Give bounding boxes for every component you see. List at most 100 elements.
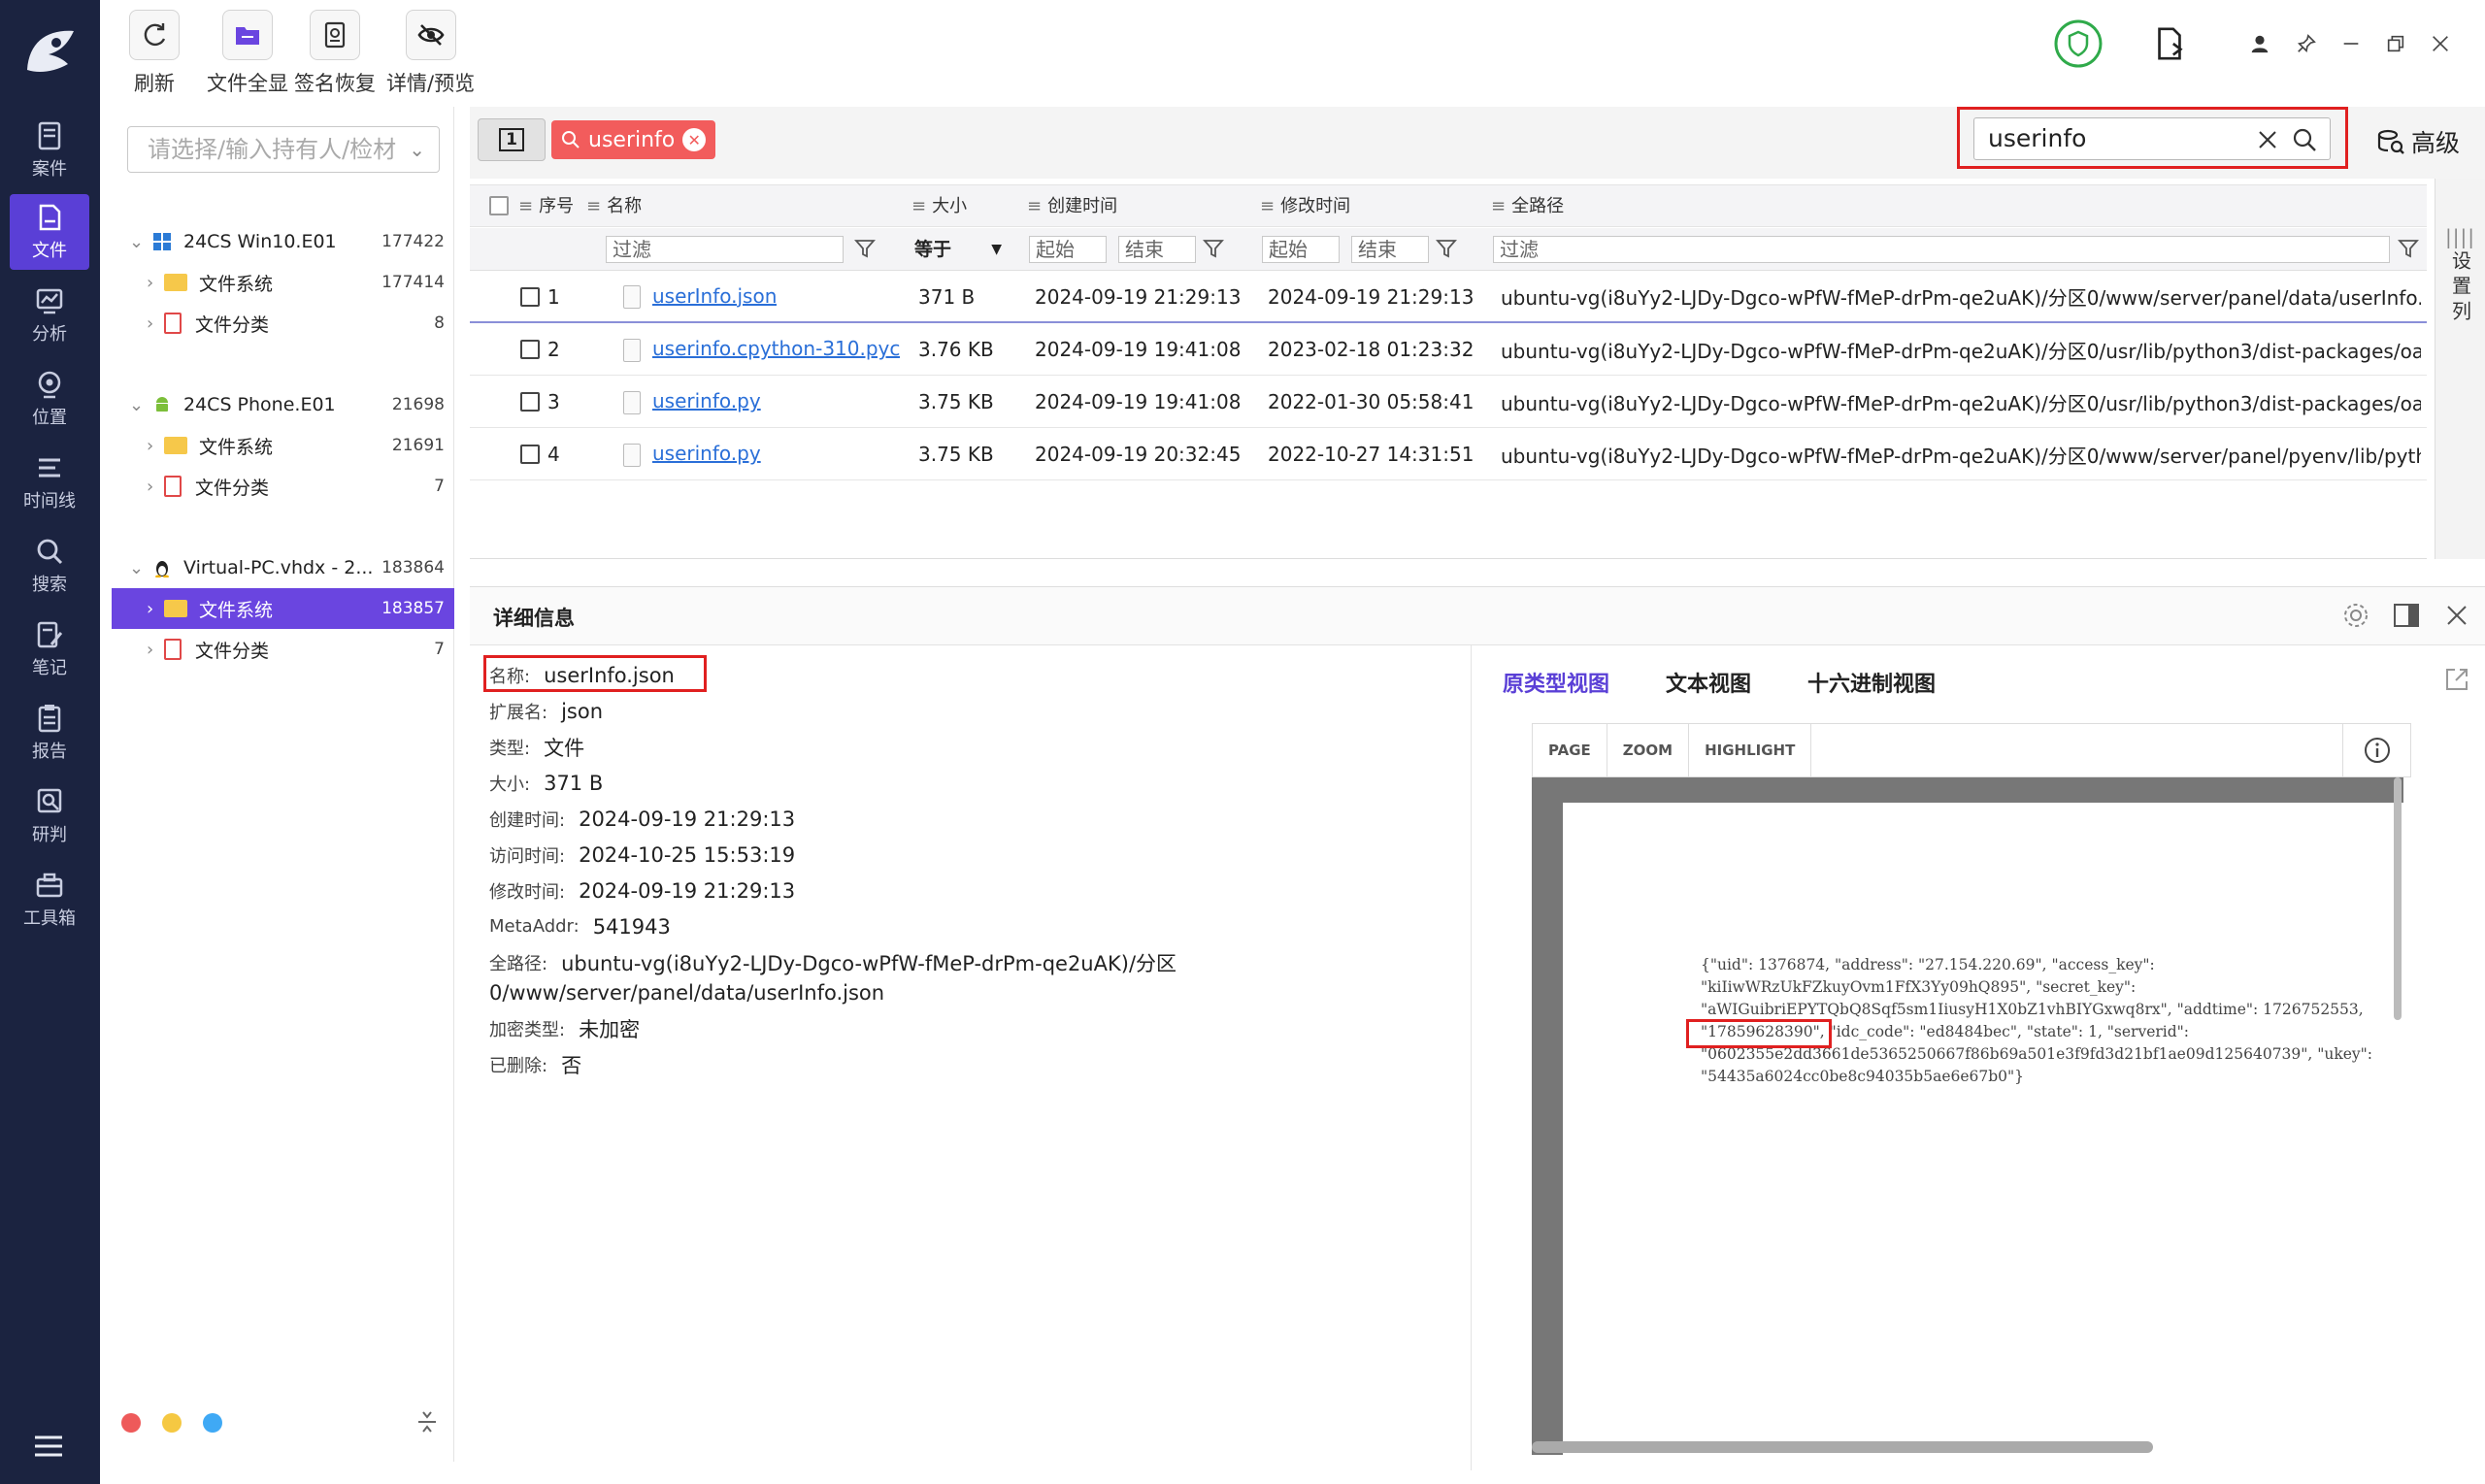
tree-node-phone-category[interactable]: › 文件分类 7 [112,466,454,507]
column-header-size[interactable]: ≡ 大小 [911,185,967,228]
chevron-right-icon[interactable]: › [147,640,164,660]
prop-value: 2024-09-19 21:29:13 [579,807,796,831]
pdf-viewer[interactable]: {"uid": 1376874, "address": "27.154.220.… [1532,777,2403,1455]
column-header-path[interactable]: ≡ 全路径 [1491,185,1564,228]
chevron-down-icon[interactable]: ⌄ [129,395,147,415]
filter-icon[interactable] [1203,238,1224,259]
row-checkbox[interactable] [520,392,540,412]
path-filter-input[interactable]: 过滤 [1493,236,2390,263]
nav-item-report[interactable]: 报告 [10,695,89,771]
table-row[interactable]: 3 userinfo.py 3.75 KB 2024-09-19 19:41:0… [470,377,2427,428]
row-file-name-link[interactable]: userinfo.py [652,442,761,465]
row-file-name-link[interactable]: userinfo.cpython-310.pyc [652,337,900,360]
chevron-right-icon[interactable]: › [147,477,164,497]
row-file-name-link[interactable]: userinfo.py [652,389,761,412]
tree-node-win10-category[interactable]: › 文件分类 8 [112,303,454,344]
nav-item-note[interactable]: 笔记 [10,611,89,687]
collapse-icon[interactable] [416,1409,438,1435]
user-button[interactable] [2245,21,2274,66]
chip-close-icon[interactable]: ✕ [682,128,707,151]
nav-item-file[interactable]: 文件 [10,194,89,270]
row-file-name-link[interactable]: userInfo.json [652,284,777,308]
tab-native-view[interactable]: 原类型视图 [1503,667,1609,698]
pin-button[interactable] [2292,21,2321,66]
nav-item-judge[interactable]: 研判 [10,778,89,854]
close-window-button[interactable] [2426,21,2455,66]
pdf-zoom-button[interactable]: ZOOM [1607,724,1690,776]
tree-node-count: 7 [434,640,445,659]
refresh-button[interactable]: 刷新 [129,10,180,97]
nav-item-toolbox[interactable]: 工具箱 [10,862,89,938]
filter-icon[interactable] [854,238,876,259]
tree-node-virtual-pc[interactable]: ⌄ Virtual-PC.vhdx - 2... 183864 [112,547,454,588]
chevron-down-icon[interactable]: ⌄ [129,558,147,578]
tree-node-win10-filesystem[interactable]: › 文件系统 177414 [112,262,454,303]
chevron-right-icon[interactable]: › [147,313,164,334]
row-checkbox[interactable] [520,445,540,464]
tree-node-virtual-category[interactable]: › 文件分类 7 [112,629,454,670]
size-operator-select[interactable]: 等于 ▼ [914,236,1008,263]
created-start-input[interactable]: 起始 [1029,236,1107,263]
split-view-icon[interactable] [2392,601,2421,630]
search-icon [37,539,63,565]
detail-preview-button[interactable]: 详情/预览 [386,10,475,97]
created-end-input[interactable]: 结束 [1118,236,1196,263]
column-header-seq[interactable]: ≡ 序号 [518,185,574,228]
select-all-checkbox[interactable] [489,196,509,215]
file-table: ≡ 序号 ≡ 名称 ≡ 大小 ≡ 创建时间 ≡ 修改时间 ≡ 全路径 过滤 等于 ▼ 起始 结… [470,179,2427,559]
menu-icon[interactable] [33,1435,64,1458]
show-all-files-button[interactable]: 文件全显 [207,10,288,97]
gear-icon[interactable] [2341,601,2370,630]
filter-icon[interactable] [1436,238,1457,259]
external-open-icon[interactable] [2442,665,2471,694]
chevron-right-icon[interactable]: › [147,273,164,293]
table-row[interactable]: 1 userInfo.json 371 B 2024-09-19 21:29:1… [470,272,2427,323]
tab-text-view[interactable]: 文本视图 [1666,667,1751,698]
nav-item-location[interactable]: 位置 [10,361,89,437]
restore-button[interactable] [2381,21,2410,66]
row-checkbox[interactable] [520,286,540,307]
tree-node-count: 183864 [381,558,445,577]
table-row[interactable]: 4 userinfo.py 3.75 KB 2024-09-19 20:32:4… [470,429,2427,480]
column-settings-sidebar[interactable]: |||| 设置列 [2435,179,2485,559]
column-header-created[interactable]: ≡ 创建时间 [1027,185,1117,228]
tree-node-virtual-filesystem[interactable]: › 文件系统 183857 [112,588,454,629]
pdf-highlight-button[interactable]: HIGHLIGHT [1689,724,1812,776]
chevron-right-icon[interactable]: › [147,436,164,456]
name-filter-input[interactable]: 过滤 [606,236,844,263]
prop-value: json [561,699,604,723]
advanced-search-button[interactable]: 高级 [2376,124,2460,159]
nav-item-search[interactable]: 搜索 [10,528,89,604]
close-icon[interactable] [2442,601,2471,630]
nav-item-timeline[interactable]: 时间线 [10,445,89,520]
table-row[interactable]: 2 userinfo.cpython-310.pyc 3.76 KB 2024-… [470,324,2427,376]
search-chip[interactable]: userinfo ✕ [551,120,716,159]
nav-item-case[interactable]: 案件 [10,113,89,188]
chevron-down-icon[interactable]: ⌄ [129,232,147,252]
filter-icon[interactable] [2398,238,2419,259]
column-header-modified[interactable]: ≡ 修改时间 [1260,185,1350,228]
row-checkbox[interactable] [520,340,540,359]
column-header-name[interactable]: ≡ 名称 [586,185,642,228]
clear-icon[interactable] [2256,128,2279,151]
tab-hex-view[interactable]: 十六进制视图 [1807,667,1936,698]
chevron-right-icon[interactable]: › [147,599,164,619]
owner-select[interactable]: 请选择/输入持有人/检材 ⌄ [127,126,440,173]
vertical-scrollbar[interactable] [2394,777,2402,1020]
tab-number-button[interactable]: 1 [478,118,546,161]
shield-button[interactable] [2053,19,2104,68]
minimize-button[interactable] [2336,21,2366,66]
tree-node-phone-filesystem[interactable]: › 文件系统 21691 [112,425,454,466]
signature-restore-button[interactable]: 签名恢复 [294,10,376,97]
horizontal-scrollbar[interactable] [1532,1441,2153,1453]
nav-item-analysis[interactable]: 分析 [10,278,89,353]
modified-start-input[interactable]: 起始 [1262,236,1340,263]
modified-end-input[interactable]: 结束 [1351,236,1429,263]
pdf-page-button[interactable]: PAGE [1533,724,1607,776]
info-button[interactable] [2342,724,2410,776]
search-input[interactable]: userinfo [1973,117,2331,160]
tree-node-win10[interactable]: ⌄ 24CS Win10.E01 177422 [112,221,454,262]
tree-node-phone[interactable]: ⌄ 24CS Phone.E01 21698 [112,384,454,425]
export-button[interactable] [2148,21,2191,66]
search-icon[interactable] [2291,126,2318,153]
